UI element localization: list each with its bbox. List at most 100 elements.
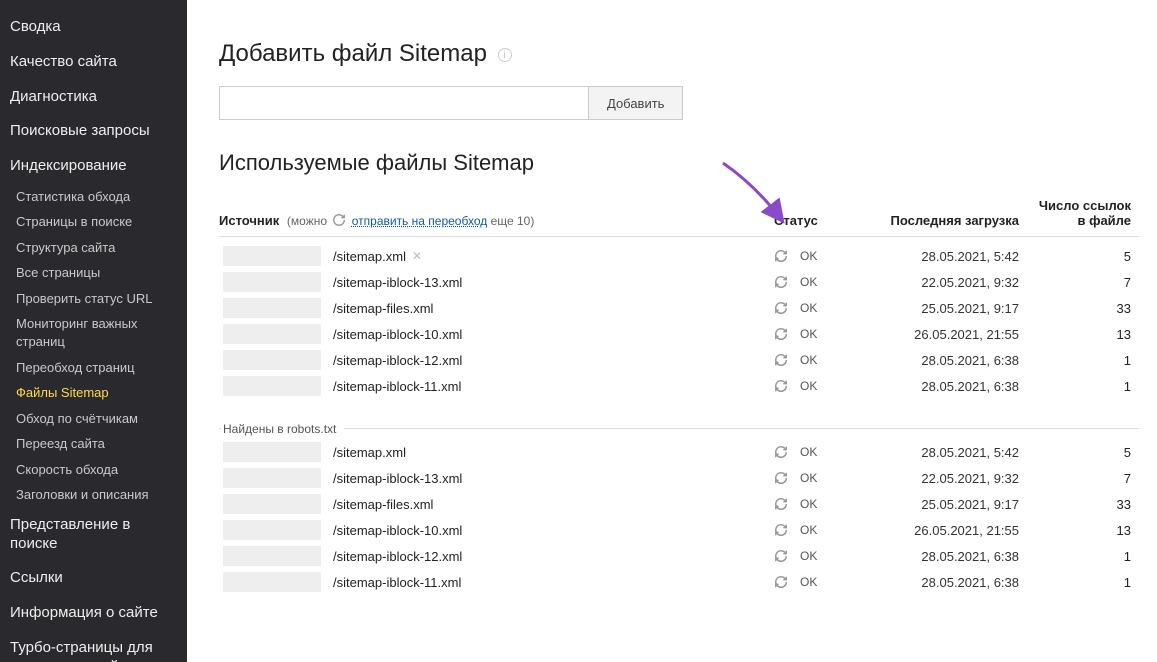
add-button[interactable]: Добавить <box>589 86 683 120</box>
add-sitemap-title: Добавить файл Sitemap <box>219 40 487 67</box>
refresh-icon[interactable] <box>774 497 788 511</box>
add-sitemap-form: Добавить <box>219 86 1139 120</box>
table-row: /sitemap-iblock-13.xmlOK22.05.2021, 9:32… <box>219 269 1139 295</box>
status-text: OK <box>800 301 817 315</box>
cell-source: /sitemap-files.xml <box>219 494 774 514</box>
refresh-icon[interactable] <box>774 249 788 263</box>
cell-status: OK <box>774 445 884 459</box>
refresh-icon[interactable] <box>774 353 788 367</box>
refresh-icon[interactable] <box>774 471 788 485</box>
refresh-icon[interactable] <box>774 379 788 393</box>
sidebar-subitem[interactable]: Скорость обхода <box>0 457 187 483</box>
sidebar-subitem[interactable]: Структура сайта <box>0 235 187 261</box>
sidebar-item[interactable]: Информация о сайте <box>0 596 187 631</box>
domain-blur <box>223 468 321 488</box>
sitemap-table: Источник (можно отправить на переобход е… <box>219 198 1139 595</box>
domain-blur <box>223 546 321 566</box>
refresh-icon[interactable] <box>774 301 788 315</box>
robots-txt-divider: Найдены в robots.txt <box>219 413 1139 429</box>
domain-blur <box>223 494 321 514</box>
sitemap-path[interactable]: /sitemap-iblock-10.xml <box>333 327 462 342</box>
robots-txt-label: Найдены в robots.txt <box>221 422 344 436</box>
sidebar-subitem[interactable]: Обход по счётчикам <box>0 406 187 432</box>
cell-source: /sitemap-iblock-11.xml <box>219 572 774 592</box>
cell-links: 1 <box>1029 379 1139 394</box>
cell-links: 7 <box>1029 471 1139 486</box>
refresh-icon[interactable] <box>774 549 788 563</box>
sitemap-path[interactable]: /sitemap-files.xml <box>333 497 433 512</box>
sitemap-path[interactable]: /sitemap-iblock-11.xml <box>333 575 461 590</box>
sidebar-subitem[interactable]: Страницы в поиске <box>0 209 187 235</box>
cell-links: 5 <box>1029 445 1139 460</box>
sitemap-path[interactable]: /sitemap-iblock-13.xml <box>333 471 462 486</box>
refresh-icon[interactable] <box>774 327 788 341</box>
table-row: /sitemap-iblock-11.xmlOK28.05.2021, 6:38… <box>219 569 1139 595</box>
domain-blur <box>223 246 321 266</box>
sidebar-subitem[interactable]: Проверить статус URL <box>0 286 187 312</box>
sitemap-path[interactable]: /sitemap-iblock-10.xml <box>333 523 462 538</box>
domain-blur <box>223 298 321 318</box>
sitemap-path[interactable]: /sitemap.xml <box>333 249 406 264</box>
sidebar-subitem[interactable]: Все страницы <box>0 260 187 286</box>
cell-date: 25.05.2021, 9:17 <box>884 301 1029 316</box>
sidebar-item[interactable]: Турбо-страницы для контентных сайтов <box>0 631 187 662</box>
refresh-icon[interactable] <box>774 575 788 589</box>
cell-source: /sitemap-files.xml <box>219 298 774 318</box>
sidebar-subitem[interactable]: Заголовки и описания <box>0 482 187 508</box>
sidebar-item[interactable]: Поисковые запросы <box>0 114 187 149</box>
cell-source: /sitemap-iblock-10.xml <box>219 324 774 344</box>
table-row: /sitemap.xml OK28.05.2021, 5:425 <box>219 439 1139 465</box>
info-icon[interactable]: i <box>498 48 512 62</box>
sidebar-subitem[interactable]: Файлы Sitemap <box>0 380 187 406</box>
cell-source: /sitemap-iblock-10.xml <box>219 520 774 540</box>
domain-blur <box>223 350 321 370</box>
table-row: /sitemap-iblock-12.xmlOK28.05.2021, 6:38… <box>219 543 1139 569</box>
cell-status: OK <box>774 353 884 367</box>
used-sitemaps-title: Используемые файлы Sitemap <box>219 150 1139 176</box>
refresh-icon[interactable] <box>774 275 788 289</box>
cell-source: /sitemap-iblock-13.xml <box>219 272 774 292</box>
sitemap-path[interactable]: /sitemap-iblock-12.xml <box>333 549 462 564</box>
table-row: /sitemap-files.xmlOK25.05.2021, 9:1733 <box>219 491 1139 517</box>
cell-source: /sitemap-iblock-12.xml <box>219 350 774 370</box>
sidebar-subitem[interactable]: Статистика обхода <box>0 184 187 210</box>
table-row: /sitemap-files.xmlOK25.05.2021, 9:1733 <box>219 295 1139 321</box>
sidebar-item[interactable]: Качество сайта <box>0 45 187 80</box>
sidebar-subitem[interactable]: Переобход страниц <box>0 355 187 381</box>
sitemap-path[interactable]: /sitemap-iblock-13.xml <box>333 275 462 290</box>
domain-blur <box>223 324 321 344</box>
page-title: Добавить файл Sitemap i <box>219 40 1139 68</box>
domain-blur <box>223 442 321 462</box>
sidebar-item[interactable]: Диагностика <box>0 80 187 115</box>
cell-status: OK <box>774 549 884 563</box>
cell-status: OK <box>774 471 884 485</box>
sitemap-url-input[interactable] <box>219 86 589 120</box>
sidebar-item[interactable]: Сводка <box>0 10 187 45</box>
sitemap-path[interactable]: /sitemap-files.xml <box>333 301 433 316</box>
table-row: /sitemap-iblock-12.xml OK28.05.2021, 6:38… <box>219 347 1139 373</box>
status-text: OK <box>800 471 817 485</box>
sitemap-path[interactable]: /sitemap.xml <box>333 445 406 460</box>
cell-links: 1 <box>1029 549 1139 564</box>
refresh-icon[interactable] <box>774 445 788 459</box>
cell-source: /sitemap-iblock-13.xml <box>219 468 774 488</box>
refresh-icon[interactable] <box>774 523 788 537</box>
cell-date: 22.05.2021, 9:32 <box>884 275 1029 290</box>
status-text: OK <box>800 497 817 511</box>
remove-icon[interactable]: ✕ <box>412 249 422 263</box>
cell-date: 28.05.2021, 6:38 <box>884 353 1029 368</box>
sitemap-path[interactable]: /sitemap-iblock-12.xml <box>333 353 462 368</box>
cell-date: 28.05.2021, 5:42 <box>884 445 1029 460</box>
cell-date: 26.05.2021, 21:55 <box>884 327 1029 342</box>
cell-date: 28.05.2021, 6:38 <box>884 575 1029 590</box>
recrawl-link[interactable]: отправить на переобход <box>352 214 488 228</box>
sidebar-subitem[interactable]: Переезд сайта <box>0 431 187 457</box>
sidebar-item[interactable]: Ссылки <box>0 561 187 596</box>
cell-links: 1 <box>1029 353 1139 368</box>
main-content: Добавить файл Sitemap i Добавить Использ… <box>187 0 1157 662</box>
sidebar-item[interactable]: Индексирование <box>0 149 187 184</box>
sidebar-item[interactable]: Представление в поиске <box>0 508 187 562</box>
sitemap-path[interactable]: /sitemap-iblock-11.xml <box>333 379 461 394</box>
sidebar-subitem[interactable]: Мониторинг важных страниц <box>0 311 187 354</box>
cell-source: /sitemap.xml <box>219 442 774 462</box>
